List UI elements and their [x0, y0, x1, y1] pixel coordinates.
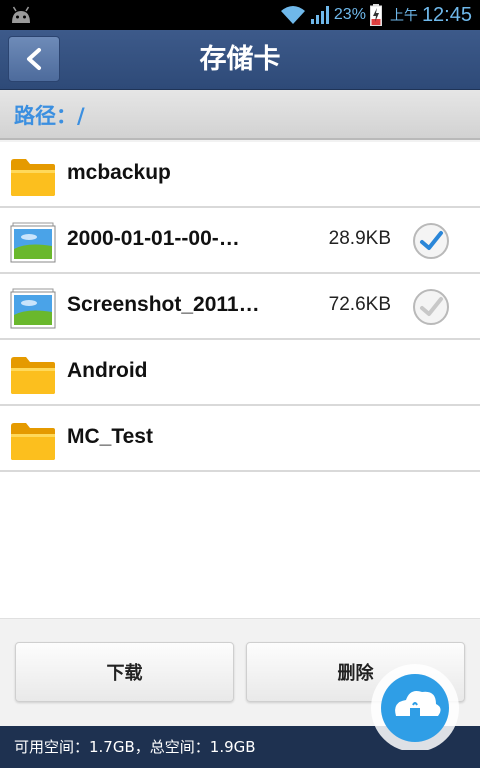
folder-icon — [11, 357, 55, 394]
image-file-icon — [10, 222, 56, 263]
file-row-android[interactable]: Android — [0, 340, 480, 406]
file-name: Android — [67, 359, 148, 382]
checkbox-checked-icon[interactable] — [411, 221, 451, 261]
file-row-image[interactable]: 2000-01-01--00-… 28.9KB — [0, 208, 480, 274]
file-size: 72.6KB — [328, 294, 391, 315]
time-ampm: 上午 — [389, 7, 418, 23]
title-bar: 存储卡 — [0, 30, 480, 90]
file-size: 28.9KB — [328, 228, 391, 249]
file-name: mcbackup — [67, 161, 171, 184]
file-name: Screenshot_2011… — [67, 293, 260, 316]
file-list: mcbackup 2000-01-01--00-… 28.9KB Screens… — [0, 142, 480, 618]
file-name: MC_Test — [67, 425, 153, 448]
path-bar: 路径：/ — [0, 90, 480, 140]
download-button[interactable]: 下载 — [15, 642, 234, 702]
current-path: 路径：/ — [14, 104, 85, 128]
watermark-logo — [371, 664, 459, 750]
image-file-icon — [10, 288, 56, 329]
checkbox-unchecked-icon[interactable] — [411, 287, 451, 327]
battery-percent: 23% — [333, 6, 366, 23]
battery-charging-icon — [369, 4, 382, 26]
folder-icon — [11, 159, 55, 196]
file-name: 2000-01-01--00-… — [67, 227, 240, 250]
page-title: 存储卡 — [199, 44, 281, 75]
signal-icon — [310, 6, 329, 24]
folder-icon — [11, 423, 55, 460]
status-bar: 23% 上午 12:45 — [0, 0, 480, 30]
file-row-mcbackup[interactable]: mcbackup — [0, 142, 480, 208]
android-icon — [12, 6, 30, 23]
file-row-mc-test[interactable]: MC_Test — [0, 406, 480, 472]
file-row-screenshot[interactable]: Screenshot_2011… 72.6KB — [0, 274, 480, 340]
wifi-icon — [280, 6, 305, 24]
clock: 12:45 — [421, 3, 472, 26]
